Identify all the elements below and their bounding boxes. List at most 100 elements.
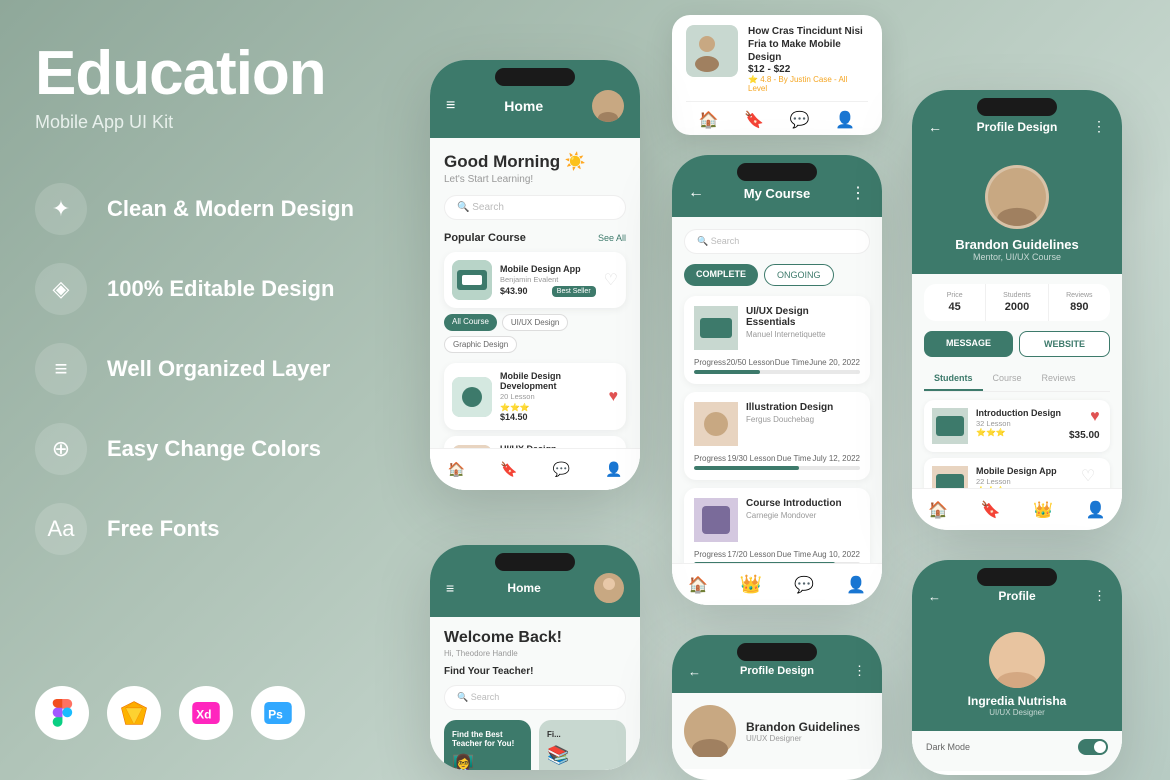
organized-layer-icon: ≡ — [35, 343, 87, 395]
profile-tab-reviews[interactable]: Reviews — [1032, 367, 1086, 391]
teacher-card[interactable]: Find the Best Teacher for You! 👩‍🏫 — [444, 720, 531, 770]
profile-course-1[interactable]: Introduction Design 32 Lesson ⭐⭐⭐ ♥ $35.… — [924, 400, 1110, 452]
home-title: Home — [504, 98, 543, 114]
mini-card-rating: ⭐ 4.8 - By Justin Case - All Level — [748, 75, 868, 93]
clean-design-icon: ✦ — [35, 183, 87, 235]
profile2-info: Brandon Guidelines UI/UX Designer — [746, 720, 860, 743]
more-button-5[interactable]: ⋮ — [853, 663, 866, 679]
profile-nav-icon: 👤 — [835, 110, 855, 130]
welcome-cards: Find the Best Teacher for You! 👩‍🏫 Fi...… — [444, 720, 626, 770]
back-button-3[interactable]: ← — [928, 119, 942, 135]
course-img-illustration — [694, 402, 738, 446]
tag-uiux[interactable]: UI/UX Design — [502, 314, 568, 331]
mini-card-price: $12 - $22 — [748, 64, 868, 75]
feature-change-colors: ⊕ Easy Change Colors — [35, 423, 365, 475]
tab-complete[interactable]: COMPLETE — [684, 264, 758, 286]
stat-reviews: Reviews 890 — [1049, 284, 1110, 321]
nav3-profile[interactable]: 👤 — [1086, 500, 1106, 520]
back-button-6[interactable]: ← — [928, 589, 941, 604]
wishlist-course-2[interactable]: ♡ — [1081, 466, 1095, 486]
my-course-search[interactable]: 🔍 Search — [684, 229, 870, 254]
profile-tab-course[interactable]: Course — [983, 367, 1032, 391]
my-course-bottom-nav: 🏠 👑 💬 👤 — [672, 563, 882, 605]
profile-screen-body: Ingredia Nutrisha UI/UX Designer Dark Mo… — [912, 618, 1122, 771]
see-all-link[interactable]: See All — [598, 233, 626, 243]
profile2-title: Profile Design — [740, 665, 814, 677]
nav2-chat[interactable]: 💬 — [794, 575, 814, 595]
wishlist-icon-2[interactable]: ♥ — [609, 388, 619, 406]
welcome-search[interactable]: 🔍 Search — [444, 685, 626, 710]
section-header: Popular Course See All — [444, 232, 626, 244]
profile-tabs: Students Course Reviews — [924, 367, 1110, 392]
chat-nav-icon: 💬 — [790, 110, 810, 130]
profile2-role: UI/UX Designer — [746, 734, 860, 743]
feature-label-fonts: Free Fonts — [107, 516, 219, 542]
feature-free-fonts: Aa Free Fonts — [35, 503, 365, 555]
nav3-bookmark[interactable]: 🔖 — [981, 500, 1001, 520]
mini-card-nav: 🏠 🔖 💬 👤 — [686, 101, 868, 130]
course-info-uiux: UI/UX Design Essentials Manuel Interneti… — [746, 306, 860, 350]
course-card-1[interactable]: Mobile Design App Benjamin Evalent $43.9… — [444, 252, 626, 308]
tag-all[interactable]: All Course — [444, 314, 497, 331]
profile2-avatar — [684, 705, 736, 757]
dark-mode-switch[interactable] — [1078, 739, 1108, 755]
nav-bookmark[interactable]: 🔖 — [500, 461, 517, 478]
brand-title: Education — [35, 40, 365, 108]
phone-3-notch — [977, 98, 1057, 116]
phone-4-notch — [495, 553, 575, 571]
back-button[interactable]: ← — [688, 184, 704, 202]
profile-avatar — [985, 165, 1049, 229]
more-button[interactable]: ⋮ — [850, 183, 866, 203]
website-button[interactable]: WEBSITE — [1019, 331, 1110, 357]
more-button-3[interactable]: ⋮ — [1092, 118, 1106, 135]
course-card-2[interactable]: Mobile Design Development 20 Lesson ⭐⭐⭐ … — [444, 363, 626, 430]
profile-stats: Price 45 Students 2000 Reviews 890 — [924, 284, 1110, 321]
profile-bg: Ingredia Nutrisha UI/UX Designer — [912, 618, 1122, 731]
tool-icons: Xd Ps — [35, 666, 365, 740]
second-card[interactable]: Fi... 📚 — [539, 720, 626, 770]
profile2-name: Brandon Guidelines — [746, 720, 860, 734]
wishlist-icon-1[interactable]: ♡ — [604, 270, 618, 290]
profile2-body: Brandon Guidelines UI/UX Designer — [672, 693, 882, 769]
feature-organized-layer: ≡ Well Organized Layer — [35, 343, 365, 395]
course-info-illustration: Illustration Design Fergus Douchebag — [746, 402, 833, 446]
course-info-intro: Course Introduction Carnegie Mondover — [746, 498, 842, 542]
nav-chat[interactable]: 💬 — [553, 461, 570, 478]
svg-text:Xd: Xd — [196, 708, 211, 722]
nav-profile[interactable]: 👤 — [605, 461, 622, 478]
menu-icon-4[interactable]: ≡ — [446, 580, 454, 596]
nav2-home[interactable]: 🏠 — [688, 575, 708, 595]
profile-action-buttons: MESSAGE WEBSITE — [924, 331, 1110, 357]
profile-design-body: Brandon Guidelines Mentor, UI/UX Course … — [912, 149, 1122, 527]
more-button-6[interactable]: ⋮ — [1093, 588, 1106, 604]
svg-text:Ps: Ps — [268, 708, 283, 722]
menu-icon[interactable]: ≡ — [446, 97, 455, 115]
nav-home[interactable]: 🏠 — [448, 461, 465, 478]
phone-6-notch — [977, 568, 1057, 586]
profile-6-avatar — [989, 632, 1045, 688]
tag-graphic[interactable]: Graphic Design — [444, 336, 517, 353]
wishlist-course-1[interactable]: ♥ — [1090, 408, 1100, 426]
course-image-2 — [452, 377, 492, 417]
nav3-crown[interactable]: 👑 — [1033, 500, 1053, 520]
nav2-crown[interactable]: 👑 — [740, 574, 762, 595]
popular-course-title: Popular Course — [444, 232, 526, 244]
phone-profile-design-2: ← Profile Design ⋮ Brandon Guidelines UI… — [672, 635, 882, 780]
dark-mode-toggle[interactable]: Dark Mode — [912, 731, 1122, 763]
bookmark-nav-icon: 🔖 — [744, 110, 764, 130]
my-course-item-1[interactable]: UI/UX Design Essentials Manuel Interneti… — [684, 296, 870, 384]
find-teacher-label: Find Your Teacher! — [444, 666, 626, 677]
message-button[interactable]: MESSAGE — [924, 331, 1013, 357]
greeting-text: Good Morning ☀️ — [444, 152, 626, 172]
second-card-label: Fi... — [547, 730, 618, 739]
nav3-home[interactable]: 🏠 — [928, 500, 948, 520]
search-bar[interactable]: 🔍 Search — [444, 195, 626, 220]
back-button-5[interactable]: ← — [688, 664, 701, 679]
course-tags: All Course UI/UX Design Graphic Design — [444, 314, 626, 353]
feature-editable-design: ◈ 100% Editable Design — [35, 263, 365, 315]
my-course-item-2[interactable]: Illustration Design Fergus Douchebag Pro… — [684, 392, 870, 480]
tab-ongoing[interactable]: ONGOING — [764, 264, 834, 286]
profile-tab-students[interactable]: Students — [924, 367, 983, 391]
profile-6-name: Ingredia Nutrisha — [968, 694, 1067, 708]
nav2-profile[interactable]: 👤 — [846, 575, 866, 595]
